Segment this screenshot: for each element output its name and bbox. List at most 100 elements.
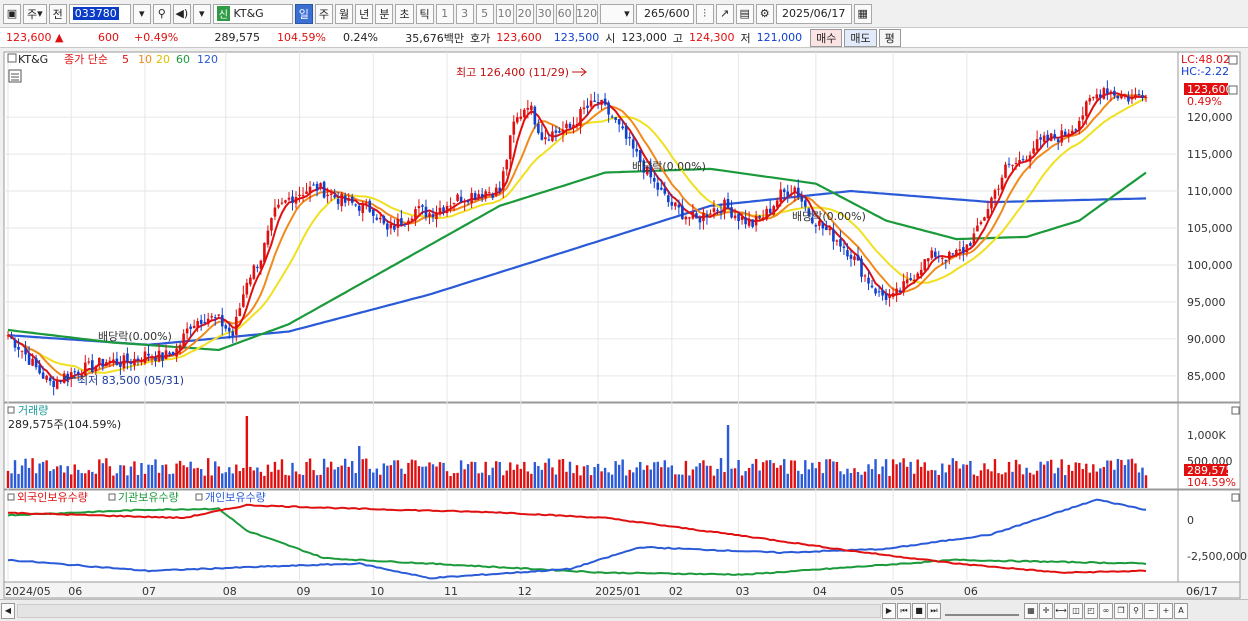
save-icon[interactable]: ▤ <box>735 3 754 24</box>
scroll-track[interactable] <box>17 603 881 618</box>
calendar-icon[interactable]: ▦ <box>853 3 872 24</box>
speaker-icon[interactable]: ◀) <box>172 3 191 24</box>
interval-1[interactable]: 1 <box>435 3 454 24</box>
volume-bar <box>916 459 919 488</box>
candle-body <box>136 358 140 361</box>
current-pct-tag-text: 0.49% <box>1187 95 1222 108</box>
scroll-left-icon[interactable]: ◀ <box>1 602 15 619</box>
grid-view-icon[interactable]: ▦ <box>1024 602 1038 619</box>
price-panel-scroll-icon[interactable] <box>1228 85 1238 95</box>
stock-name-box[interactable]: 신 KT&G <box>212 3 293 24</box>
zoom-slider[interactable] <box>945 606 1019 616</box>
interval-30[interactable]: 30 <box>535 3 554 24</box>
bar-count-input[interactable]: 265/600 <box>635 3 694 24</box>
period-month[interactable]: 월 <box>335 3 354 24</box>
sell-button[interactable]: 매도 <box>844 28 877 47</box>
volume-bar <box>470 461 473 488</box>
stock-code-input[interactable]: 033780 <box>68 3 131 24</box>
candle-body <box>628 136 631 139</box>
candle-body <box>800 196 804 202</box>
chart-area[interactable]: 120,000 115,000 110,000 105,000 100,000 95,00… <box>0 50 1248 621</box>
volume-bar <box>898 462 902 488</box>
candle-body <box>575 124 579 127</box>
candle-body <box>912 279 916 282</box>
interval-10[interactable]: 10 <box>495 3 514 24</box>
candle-body <box>171 351 175 356</box>
link-icon[interactable]: ∞ <box>1099 602 1113 619</box>
volume-bar <box>656 461 659 488</box>
buy-button[interactable]: 매수 <box>810 28 843 47</box>
gear-icon[interactable]: ⚙ <box>755 3 774 24</box>
candle-body <box>621 126 624 129</box>
period-minute[interactable]: 분 <box>375 3 394 24</box>
interval-3[interactable]: 3 <box>455 3 474 24</box>
scroll-right-icon[interactable]: ▶ <box>882 602 896 619</box>
holding-menu-icon[interactable] <box>7 493 15 501</box>
interval-120[interactable]: 120 <box>575 3 598 24</box>
candle-body <box>856 255 860 261</box>
holding-panel-close-icon[interactable] <box>1231 493 1240 502</box>
candle-body <box>245 282 249 295</box>
crosshair-icon[interactable]: ✛ <box>1039 602 1053 619</box>
interval-dropdown[interactable]: ▾ <box>599 3 634 24</box>
candle-body <box>684 216 688 220</box>
zoom-icon[interactable]: ⚲ <box>1129 602 1143 619</box>
period-second[interactable]: 초 <box>395 3 414 24</box>
volume-bar <box>312 470 315 488</box>
interval-5[interactable]: 5 <box>475 3 494 24</box>
volume-bar <box>1042 464 1046 488</box>
volume-panel-close-icon[interactable] <box>1231 406 1240 415</box>
candle-body <box>986 208 990 219</box>
stop-icon[interactable]: ■ <box>912 602 926 619</box>
first-bar-icon[interactable]: ⏮ <box>897 602 911 619</box>
tool-b-icon[interactable]: ◰ <box>1084 602 1098 619</box>
chart-type-icon[interactable]: ⫶ <box>695 3 714 24</box>
candle-body <box>979 221 983 225</box>
prev-button[interactable]: 전 <box>48 3 67 24</box>
volume-bar <box>1053 473 1056 488</box>
price-tick-label: 105,000 <box>1187 222 1233 235</box>
volume-bar <box>761 462 765 488</box>
tool-a-icon[interactable]: ◫ <box>1069 602 1083 619</box>
search-icon[interactable]: ⚲ <box>152 3 171 24</box>
interval-20[interactable]: 20 <box>515 3 534 24</box>
layout-icon[interactable]: ▣ <box>3 3 21 24</box>
date-input[interactable]: 2025/06/17 <box>775 3 852 24</box>
volume-bar <box>969 460 972 488</box>
candle-body <box>782 189 786 192</box>
draw-tool-icon[interactable]: ↗ <box>715 3 734 24</box>
candle-body <box>849 255 853 259</box>
chart-svg[interactable]: 120,000 115,000 110,000 105,000 100,000 95,00… <box>0 50 1248 600</box>
price-panel-close-icon[interactable] <box>1228 55 1238 65</box>
measure-icon[interactable]: ⟷ <box>1054 602 1068 619</box>
interval-60[interactable]: 60 <box>555 3 574 24</box>
price-tick-label: 115,000 <box>1187 148 1233 161</box>
last-bar-icon[interactable]: ⏭ <box>927 602 941 619</box>
market-select[interactable]: 주 ▾ <box>23 3 47 24</box>
candle-body <box>874 288 877 294</box>
period-week[interactable]: 주 <box>314 3 334 24</box>
speaker-dropdown-icon[interactable]: ▾ <box>192 3 211 24</box>
volume-bar <box>976 475 979 488</box>
volume-bar <box>790 460 793 488</box>
candle-body <box>424 206 428 218</box>
eval-button[interactable]: 평 <box>878 28 901 47</box>
volume-menu-icon[interactable] <box>7 406 15 414</box>
zoom-out-icon[interactable]: − <box>1144 602 1158 619</box>
period-tick[interactable]: 틱 <box>415 3 434 24</box>
font-size-icon[interactable]: A <box>1174 602 1188 619</box>
candle-body <box>568 123 572 128</box>
candle-body <box>558 131 561 133</box>
zoom-in-icon[interactable]: + <box>1159 602 1173 619</box>
volume-bar <box>884 459 888 488</box>
volume-bar <box>217 466 220 488</box>
low-label: 저 <box>740 31 751 45</box>
candle-body <box>1120 95 1123 99</box>
code-dropdown-icon[interactable]: ▾ <box>132 3 151 24</box>
period-day[interactable]: 일 <box>294 3 313 24</box>
panel-menu-icon[interactable] <box>7 53 17 63</box>
copy-icon[interactable]: ❐ <box>1114 602 1128 619</box>
candle-body <box>17 346 20 350</box>
period-year[interactable]: 년 <box>355 3 374 24</box>
volume-bar <box>354 473 357 488</box>
